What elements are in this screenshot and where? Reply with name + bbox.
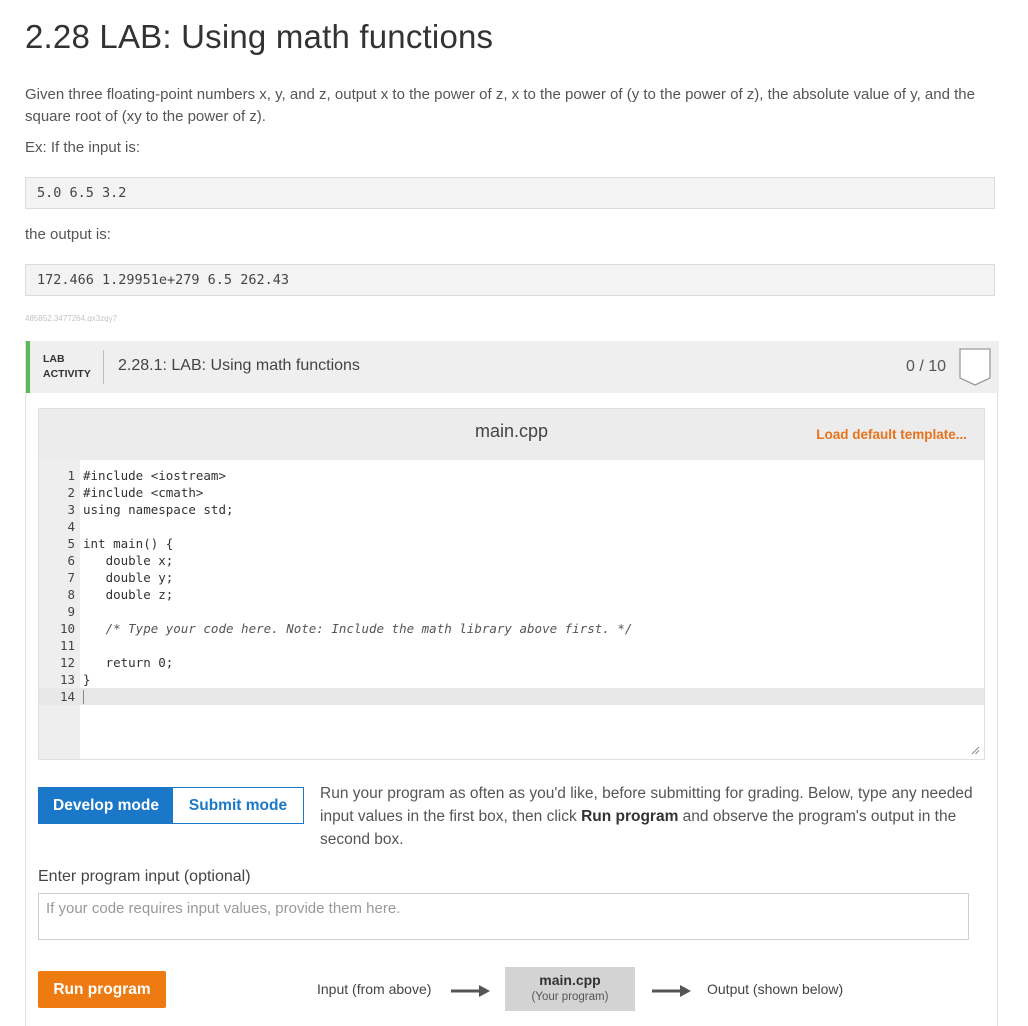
code-line-text: #include <cmath> — [83, 485, 204, 500]
line-number: 10 — [59, 621, 75, 636]
mode-toggle: Develop mode Submit mode — [38, 787, 304, 824]
lab-tag-line1: LAB — [43, 353, 65, 365]
code-text-area[interactable]: 1 #include <iostream> 2 #include <cmath> 3 us… — [39, 467, 984, 705]
example-input-label: Ex: If the input is: — [25, 139, 141, 156]
line-number: 4 — [67, 519, 75, 534]
submit-mode-button[interactable]: Submit mode — [173, 788, 303, 823]
score-badge-icon — [959, 348, 991, 386]
flow-output-label: Output (shown below) — [707, 981, 844, 997]
code-line[interactable]: 12 return 0; — [39, 654, 984, 671]
mode-description: Run your program as often as you'd like,… — [320, 782, 985, 851]
code-line-text: double x; — [83, 553, 174, 568]
editor-header: main.cpp Load default template... — [39, 409, 984, 460]
develop-mode-button[interactable]: Develop mode — [39, 788, 173, 823]
lab-activity-tag: LAB ACTIVITY — [43, 352, 91, 382]
line-number: 11 — [59, 638, 75, 653]
code-editor: main.cpp Load default template... 1 #incl… — [38, 408, 985, 760]
code-line-text: using namespace std; — [83, 502, 234, 517]
resize-handle-icon[interactable] — [971, 746, 980, 755]
line-number: 5 — [67, 536, 75, 551]
activity-hash: 485852.3477264.qx3zqy7 — [25, 314, 118, 323]
arrow-right-icon — [652, 985, 691, 997]
example-output-label: the output is: — [25, 226, 111, 243]
line-number: 9 — [67, 604, 75, 619]
code-line[interactable]: 7 double y; — [39, 569, 984, 586]
page-title: 2.28 LAB: Using math functions — [25, 18, 494, 55]
code-line-text: double z; — [83, 587, 174, 602]
program-flow-box: main.cpp (Your program) — [505, 967, 635, 1011]
line-number: 2 — [67, 485, 75, 500]
line-number: 14 — [59, 689, 75, 704]
load-default-template-link[interactable]: Load default template... — [816, 427, 967, 442]
code-line-text: #include <iostream> — [83, 468, 226, 483]
line-number: 12 — [59, 655, 75, 670]
lab-header: LAB ACTIVITY 2.28.1: LAB: Using math fun… — [26, 341, 999, 393]
example-input-box: 5.0 6.5 3.2 — [25, 177, 995, 209]
flow-box-title: main.cpp — [539, 972, 601, 988]
code-line[interactable]: 9 — [39, 603, 984, 620]
code-line[interactable]: 6 double x; — [39, 552, 984, 569]
code-line[interactable]: 14 — [39, 688, 984, 705]
code-line[interactable]: 3 using namespace std; — [39, 501, 984, 518]
line-number: 13 — [59, 672, 75, 687]
run-program-button[interactable]: Run program — [38, 971, 166, 1008]
header-divider — [103, 350, 104, 384]
code-line-text: double y; — [83, 570, 174, 585]
mode-desc-bold: Run program — [581, 808, 679, 825]
code-line-text: } — [83, 672, 91, 687]
line-number: 8 — [67, 587, 75, 602]
line-number: 3 — [67, 502, 75, 517]
example-output-box: 172.466 1.29951e+279 6.5 262.43 — [25, 264, 995, 296]
code-line[interactable]: 2 #include <cmath> — [39, 484, 984, 501]
line-number: 1 — [67, 468, 75, 483]
code-line-text: return 0; — [83, 655, 174, 670]
lab-tag-line2: ACTIVITY — [43, 368, 91, 380]
program-input-field[interactable] — [38, 893, 969, 940]
flow-box-subtitle: (Your program) — [531, 991, 609, 1003]
text-cursor — [83, 690, 84, 704]
problem-description: Given three floating-point numbers x, y,… — [25, 86, 975, 125]
arrow-right-icon — [451, 985, 490, 997]
code-line[interactable]: 1 #include <iostream> — [39, 467, 984, 484]
line-number: 7 — [67, 570, 75, 585]
program-input-label: Enter program input (optional) — [38, 868, 251, 885]
code-line-text: /* Type your code here. Note: Include th… — [83, 621, 633, 636]
code-line-text: int main() { — [83, 536, 174, 551]
line-number: 6 — [67, 553, 75, 568]
score-text: 0 / 10 — [906, 358, 947, 375]
flow-input-label: Input (from above) — [317, 981, 432, 997]
code-line[interactable]: 10 /* Type your code here. Note: Include… — [39, 620, 984, 637]
code-line[interactable]: 5 int main() { — [39, 535, 984, 552]
code-line[interactable]: 13} — [39, 671, 984, 688]
code-line[interactable]: 11 — [39, 637, 984, 654]
code-line[interactable]: 4 — [39, 518, 984, 535]
code-line[interactable]: 8 double z; — [39, 586, 984, 603]
lab-activity: LAB ACTIVITY 2.28.1: LAB: Using math fun… — [25, 341, 999, 1026]
lab-title: 2.28.1: LAB: Using math functions — [118, 357, 360, 374]
